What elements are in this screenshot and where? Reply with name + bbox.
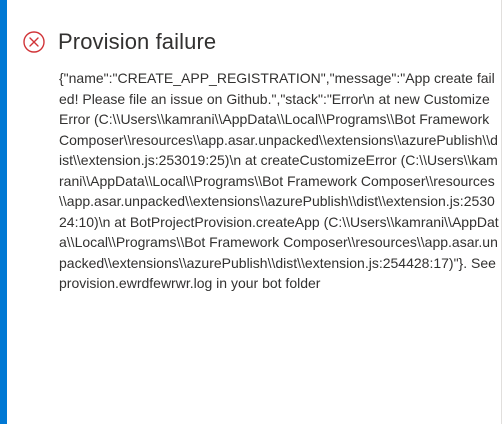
- provision-failure-panel: Provision failure {"name":"CREATE_APP_RE…: [0, 0, 502, 424]
- panel-title: Provision failure: [58, 29, 217, 54]
- error-message: {"name":"CREATE_APP_REGISTRATION","messa…: [59, 70, 499, 291]
- error-circle-icon: [22, 30, 46, 54]
- panel-header: Provision failure: [22, 27, 216, 57]
- accent-bar: [0, 0, 7, 424]
